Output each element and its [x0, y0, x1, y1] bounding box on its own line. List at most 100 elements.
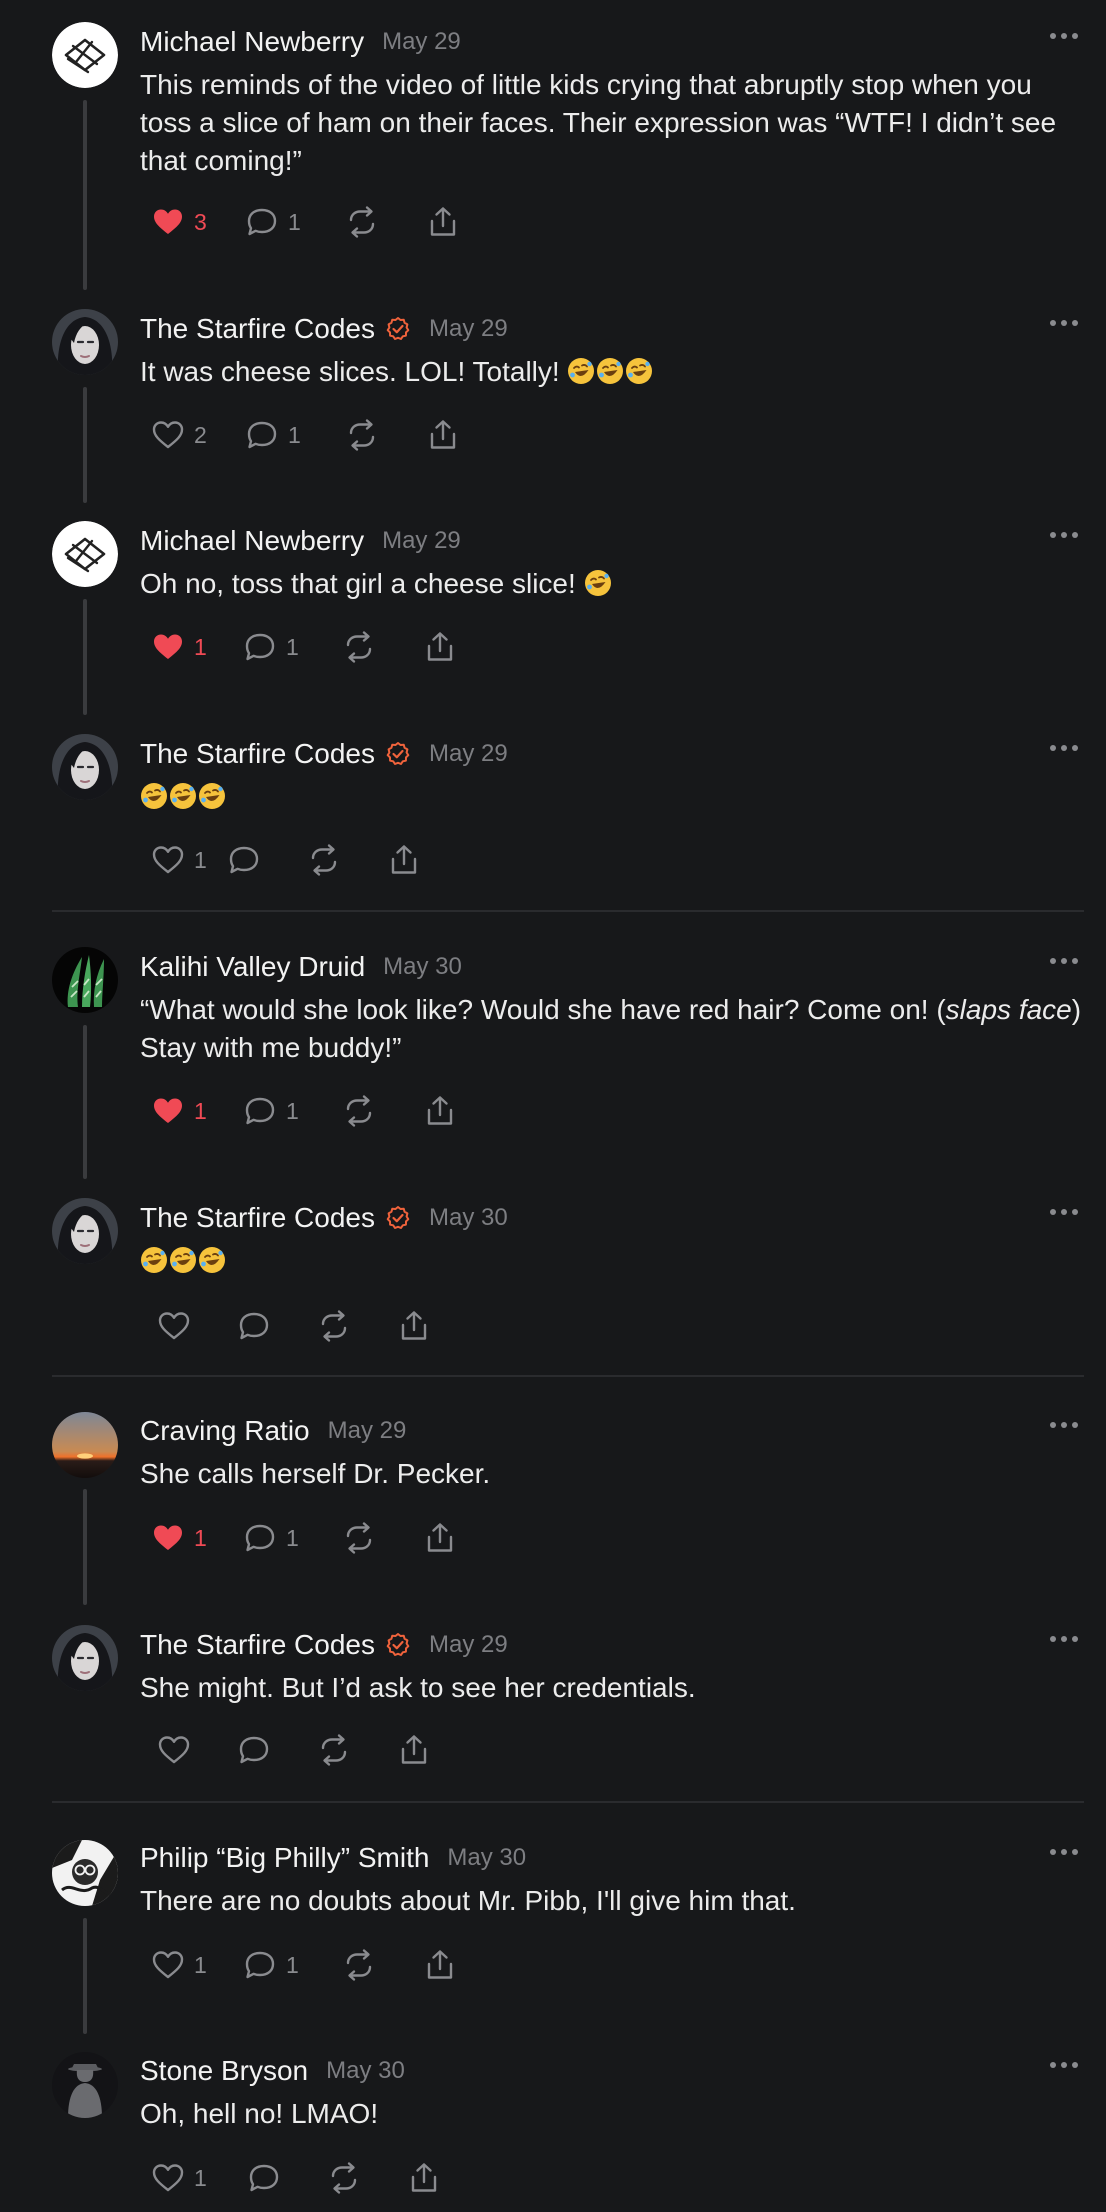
comment-button[interactable]: 1 — [244, 411, 301, 459]
like-button[interactable]: 1 — [150, 1087, 207, 1135]
like-button[interactable] — [156, 1302, 192, 1350]
author-name[interactable]: The Starfire Codes — [140, 1202, 375, 1234]
share-button[interactable] — [396, 1726, 432, 1774]
author-name[interactable]: Philip “Big Philly” Smith — [140, 1842, 429, 1874]
share-icon — [422, 1093, 458, 1129]
comment-button[interactable]: 1 — [242, 1941, 299, 1989]
avatar-michael-newberry[interactable] — [52, 521, 118, 587]
avatar-craving-ratio[interactable] — [52, 1412, 118, 1478]
like-button[interactable]: 1 — [150, 1514, 207, 1562]
rofl-emoji — [140, 782, 168, 810]
post-date[interactable]: May 29 — [429, 1631, 508, 1659]
more-icon[interactable] — [1050, 26, 1078, 46]
post-date[interactable]: May 30 — [326, 2057, 405, 2085]
more-icon[interactable] — [1050, 1629, 1078, 1649]
avatar-michael-newberry[interactable] — [52, 22, 118, 88]
post-header: Philip “Big Philly” Smith May 30 — [140, 1838, 526, 1878]
rofl-emoji — [584, 569, 612, 597]
share-button[interactable] — [406, 2154, 442, 2202]
post-date[interactable]: May 29 — [429, 740, 508, 768]
repost-button[interactable] — [316, 1726, 352, 1774]
more-icon[interactable] — [1050, 738, 1078, 758]
share-button[interactable] — [425, 411, 461, 459]
post-date[interactable]: May 29 — [382, 28, 461, 56]
share-button[interactable] — [422, 1087, 458, 1135]
share-button[interactable] — [425, 198, 461, 246]
post-date[interactable]: May 29 — [328, 1417, 407, 1445]
comment-button[interactable] — [236, 1726, 272, 1774]
rofl-emoji — [169, 1246, 197, 1274]
author-name[interactable]: The Starfire Codes — [140, 1629, 375, 1661]
post-text: This reminds of the video of little kids… — [140, 69, 1057, 176]
author-name[interactable]: The Starfire Codes — [140, 313, 375, 345]
avatar-stone-bryson[interactable] — [52, 2052, 118, 2118]
rofl-emoji — [198, 782, 226, 810]
post-date[interactable]: May 30 — [429, 1204, 508, 1232]
author-name[interactable]: Kalihi Valley Druid — [140, 951, 365, 983]
heart-icon — [150, 1520, 186, 1556]
avatar-starfire-codes[interactable] — [52, 734, 118, 800]
avatar-philip-smith[interactable] — [52, 1840, 118, 1906]
like-button[interactable]: 1 — [150, 623, 207, 671]
post-date[interactable]: May 30 — [383, 953, 462, 981]
comment-button[interactable] — [246, 2154, 282, 2202]
more-icon[interactable] — [1050, 313, 1078, 333]
repost-button[interactable] — [344, 411, 380, 459]
like-button[interactable]: 1 — [150, 836, 207, 884]
comment-button[interactable]: 1 — [242, 1087, 299, 1135]
post-header: Michael Newberry May 29 — [140, 521, 461, 561]
author-name[interactable]: Craving Ratio — [140, 1415, 310, 1447]
share-button[interactable] — [422, 1941, 458, 1989]
repost-icon — [341, 629, 377, 665]
thread-divider — [52, 1375, 1084, 1377]
avatar-starfire-codes[interactable] — [52, 1625, 118, 1691]
avatar-starfire-codes[interactable] — [52, 309, 118, 375]
repost-button[interactable] — [341, 1087, 377, 1135]
more-icon[interactable] — [1050, 525, 1078, 545]
like-button[interactable]: 1 — [150, 1941, 207, 1989]
share-icon — [422, 1520, 458, 1556]
repost-button[interactable] — [306, 836, 342, 884]
comment-button[interactable] — [236, 1302, 272, 1350]
avatar-kalihi-valley-druid[interactable] — [52, 947, 118, 1013]
more-icon[interactable] — [1050, 951, 1078, 971]
post-header: The Starfire Codes May 29 — [140, 734, 508, 774]
like-button[interactable]: 3 — [150, 198, 207, 246]
author-name[interactable]: Michael Newberry — [140, 525, 364, 557]
thread-line — [83, 387, 87, 503]
like-count: 1 — [194, 1524, 207, 1551]
post-date[interactable]: May 30 — [447, 1844, 526, 1872]
author-name[interactable]: Stone Bryson — [140, 2055, 308, 2087]
repost-button[interactable] — [316, 1302, 352, 1350]
more-icon[interactable] — [1050, 2055, 1078, 2075]
more-icon[interactable] — [1050, 1202, 1078, 1222]
like-button[interactable]: 1 — [150, 2154, 207, 2202]
more-icon[interactable] — [1050, 1842, 1078, 1862]
verified-icon — [385, 316, 411, 342]
rofl-emoji — [625, 357, 653, 385]
repost-button[interactable] — [344, 198, 380, 246]
comment-button[interactable] — [226, 836, 262, 884]
repost-button[interactable] — [341, 1514, 377, 1562]
share-button[interactable] — [386, 836, 422, 884]
share-button[interactable] — [422, 623, 458, 671]
like-button[interactable]: 2 — [150, 411, 207, 459]
avatar-starfire-codes[interactable] — [52, 1198, 118, 1264]
repost-button[interactable] — [341, 1941, 377, 1989]
post-date[interactable]: May 29 — [382, 527, 461, 555]
share-button[interactable] — [422, 1514, 458, 1562]
author-name[interactable]: Michael Newberry — [140, 26, 364, 58]
comment-button[interactable]: 1 — [242, 623, 299, 671]
heart-icon — [150, 629, 186, 665]
share-button[interactable] — [396, 1302, 432, 1350]
like-count: 3 — [194, 208, 207, 235]
repost-button[interactable] — [326, 2154, 362, 2202]
author-name[interactable]: The Starfire Codes — [140, 738, 375, 770]
like-button[interactable] — [156, 1726, 192, 1774]
heart-icon — [150, 417, 186, 453]
comment-button[interactable]: 1 — [244, 198, 301, 246]
comment-button[interactable]: 1 — [242, 1514, 299, 1562]
more-icon[interactable] — [1050, 1415, 1078, 1435]
repost-button[interactable] — [341, 623, 377, 671]
post-date[interactable]: May 29 — [429, 315, 508, 343]
